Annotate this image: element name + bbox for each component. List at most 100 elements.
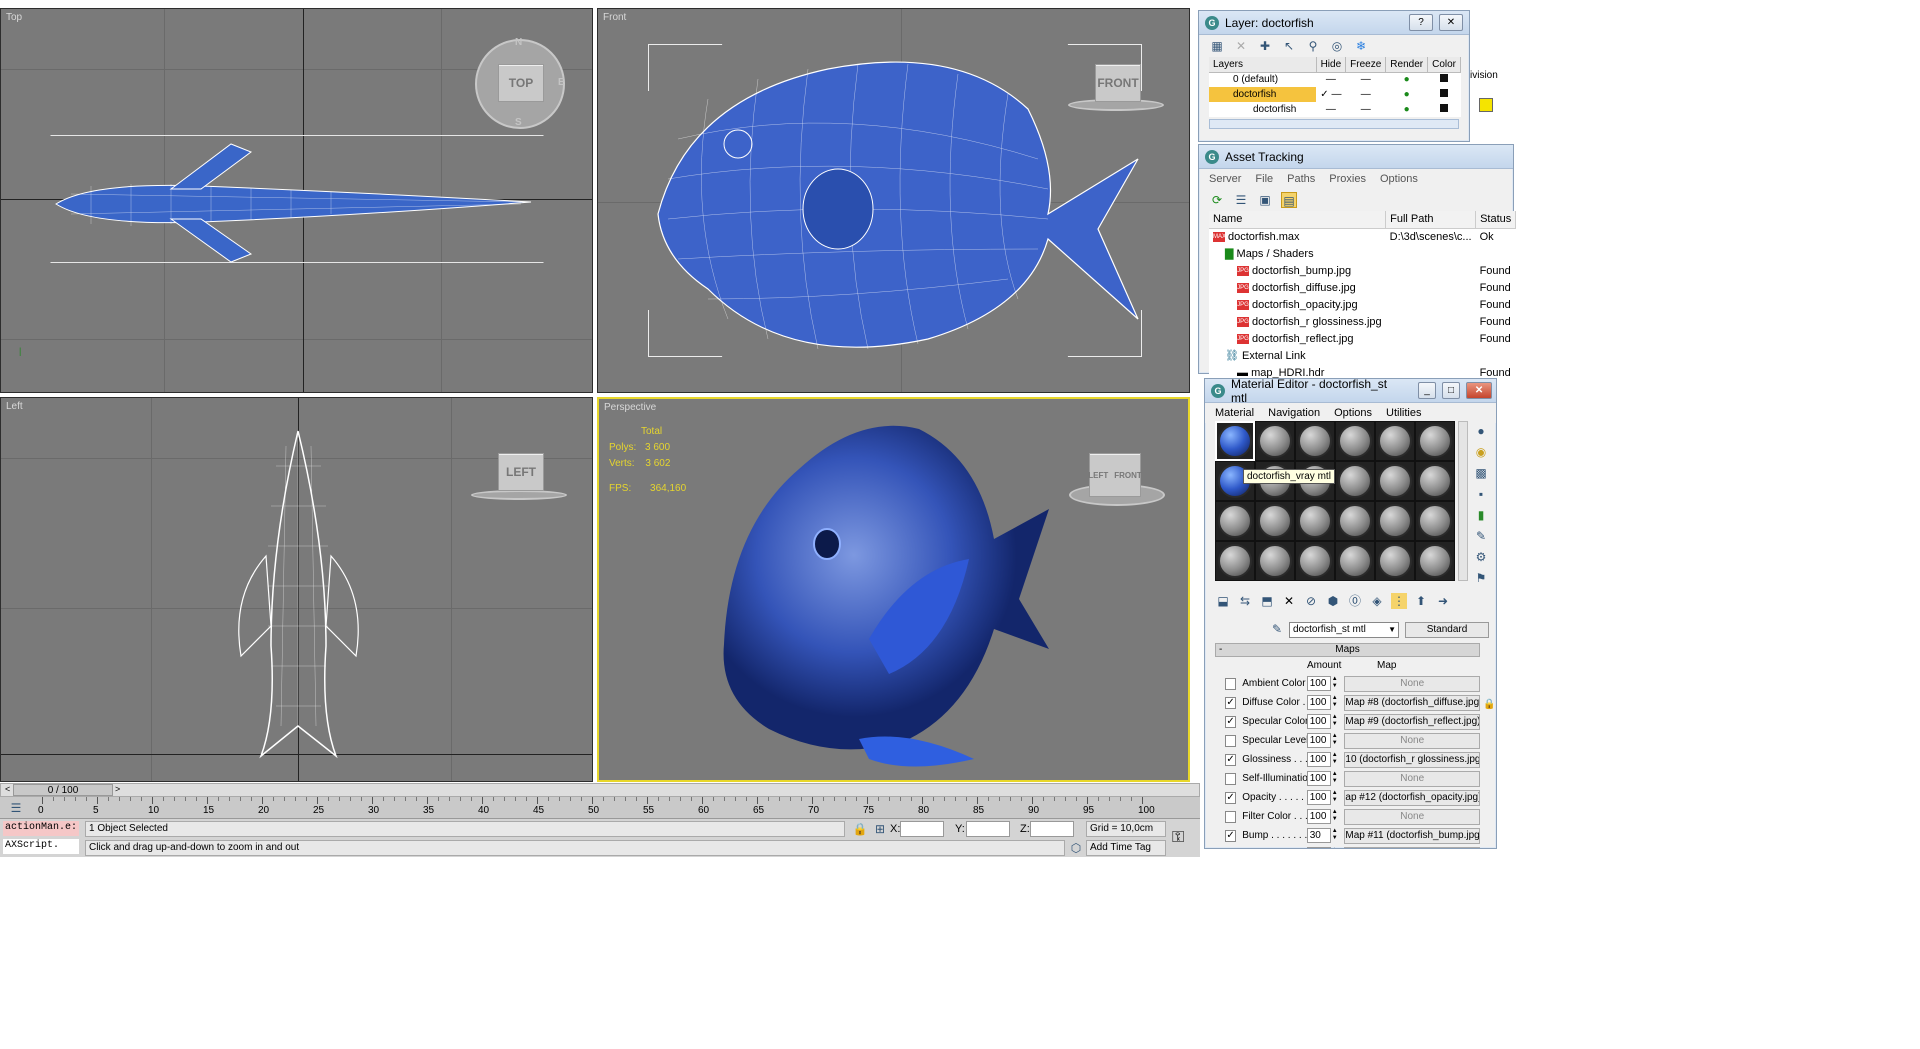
table-view-icon[interactable]: ▤ xyxy=(1281,192,1297,208)
asset-row[interactable]: JPG doctorfish_bump.jpg Found xyxy=(1209,262,1516,279)
map-enable-checkbox[interactable]: ✓ xyxy=(1225,715,1237,728)
map-slot-button[interactable]: Map #8 (doctorfish_diffuse.jpg) xyxy=(1344,694,1481,711)
fish-front-wireframe[interactable] xyxy=(648,39,1148,369)
map-amount-field[interactable]: 100 xyxy=(1306,771,1332,786)
sample-slot[interactable] xyxy=(1375,501,1415,541)
spinner-arrows-icon[interactable]: ▲▼ xyxy=(1331,676,1338,691)
map-enable-checkbox[interactable] xyxy=(1225,677,1237,690)
sample-slot[interactable] xyxy=(1375,541,1415,581)
material-type-button[interactable]: Standard xyxy=(1405,622,1489,638)
hide-all-icon[interactable]: ◎ xyxy=(1329,38,1345,54)
video-color-check-icon[interactable]: ▮ xyxy=(1473,507,1489,523)
map-slot-button[interactable]: None xyxy=(1344,675,1481,692)
put-to-library-icon[interactable]: ⬢ xyxy=(1325,593,1341,609)
viewport-perspective[interactable]: Perspective Total Polys: 3 600 Verts: 3 … xyxy=(597,397,1190,782)
map-enable-checkbox[interactable]: ✓ xyxy=(1225,696,1237,709)
map-enable-checkbox[interactable]: ✓ xyxy=(1225,753,1237,766)
layer-freeze[interactable]: — xyxy=(1346,102,1386,117)
map-slot-button[interactable]: Map #11 (doctorfish_bump.jpg) xyxy=(1344,827,1481,844)
map-amount-field[interactable]: 100 xyxy=(1306,790,1332,805)
viewport-label[interactable]: Left xyxy=(6,401,23,412)
map-amount-field[interactable]: 100 xyxy=(1306,676,1332,691)
viewport-label[interactable]: Perspective xyxy=(604,402,656,413)
put-to-scene-icon[interactable]: ⇆ xyxy=(1237,593,1253,609)
object-name[interactable]: doctorfish xyxy=(1213,104,1296,115)
close-button[interactable]: ✕ xyxy=(1439,14,1463,31)
col-layers[interactable]: Layers xyxy=(1209,57,1317,73)
sample-slot[interactable] xyxy=(1295,421,1335,461)
map-amount-field[interactable]: 100 xyxy=(1306,752,1332,767)
go-to-parent-icon[interactable]: ⬆ xyxy=(1413,593,1429,609)
layer-color-swatch[interactable] xyxy=(1440,89,1449,97)
sample-slot[interactable] xyxy=(1255,541,1295,581)
layer-row[interactable]: 0 (default) — — ● xyxy=(1209,72,1461,87)
sample-slot[interactable] xyxy=(1375,461,1415,501)
make-unique-icon[interactable]: ⊘ xyxy=(1303,593,1319,609)
new-layer-icon[interactable]: ▦ xyxy=(1209,38,1225,54)
chevron-down-icon[interactable]: ▼ xyxy=(1388,623,1396,637)
viewcube-left[interactable]: LEFT xyxy=(498,453,544,491)
map-amount-field[interactable]: 100 xyxy=(1306,733,1332,748)
sample-slot[interactable] xyxy=(1335,421,1375,461)
spinner-arrows-icon[interactable]: ▲▼ xyxy=(1331,714,1338,729)
time-slider-thumb[interactable]: 0 / 100 xyxy=(13,784,113,796)
asset-tracking-titlebar[interactable]: G Asset Tracking xyxy=(1199,145,1513,169)
sample-slot[interactable] xyxy=(1255,421,1295,461)
layer-row[interactable]: doctorfish ✓ — — ● xyxy=(1209,87,1461,102)
add-time-tag-button[interactable]: Add Time Tag xyxy=(1086,840,1166,856)
refresh-icon[interactable]: ⟳ xyxy=(1209,192,1225,208)
freeze-all-icon[interactable]: ❄ xyxy=(1353,38,1369,54)
layer-hide[interactable]: — xyxy=(1331,89,1341,100)
spinner-arrows-icon[interactable]: ▲▼ xyxy=(1331,695,1338,710)
render-teapot-icon[interactable]: ● xyxy=(1404,89,1410,100)
layer-hide[interactable]: — xyxy=(1316,102,1346,117)
delete-layer-icon[interactable]: ✕ xyxy=(1233,38,1249,54)
map-amount-field[interactable]: 100 xyxy=(1306,847,1332,848)
close-button[interactable]: ✕ xyxy=(1466,382,1492,399)
show-shaded-icon[interactable]: ◈ xyxy=(1369,593,1385,609)
lock-icon[interactable]: 🔒 xyxy=(1483,699,1495,710)
map-enable-checkbox[interactable]: ✓ xyxy=(1225,829,1237,842)
sample-slot[interactable] xyxy=(1215,421,1255,461)
map-slot-button[interactable]: Map #9 (doctorfish_reflect.jpg) xyxy=(1344,713,1481,730)
menu-proxies[interactable]: Proxies xyxy=(1329,173,1366,185)
select-objects-icon[interactable]: ↖ xyxy=(1281,38,1297,54)
maxscript-listener-1[interactable]: actionMan.e: xyxy=(3,821,79,836)
menu-file[interactable]: File xyxy=(1255,173,1273,185)
sample-slot[interactable] xyxy=(1255,501,1295,541)
menu-navigation[interactable]: Navigation xyxy=(1268,407,1320,419)
sample-slot[interactable] xyxy=(1215,501,1255,541)
list-view-icon[interactable]: ☰ xyxy=(1233,192,1249,208)
minimize-button[interactable]: _ xyxy=(1418,382,1437,399)
sample-slot[interactable] xyxy=(1415,541,1455,581)
track-bar[interactable]: ☰ 0 5 10 15 20 25 30 35 40 45 50 55 60 65 70 75 80 85 90 95… xyxy=(0,797,1200,819)
map-enable-checkbox[interactable]: ✓ xyxy=(1225,791,1237,804)
sample-type-icon[interactable]: ● xyxy=(1473,423,1489,439)
material-editor-titlebar[interactable]: G Material Editor - doctorfish_st mtl _ … xyxy=(1205,379,1496,405)
layer-freeze[interactable]: — xyxy=(1346,72,1386,87)
sample-slot[interactable] xyxy=(1215,541,1255,581)
backlight-icon[interactable]: ◉ xyxy=(1473,444,1489,460)
layer-color-swatch[interactable] xyxy=(1440,104,1449,112)
map-amount-field[interactable]: 100 xyxy=(1306,714,1332,729)
menu-utilities[interactable]: Utilities xyxy=(1386,407,1421,419)
next-frame-arrow[interactable]: > xyxy=(115,784,120,794)
layer-scrollbar[interactable] xyxy=(1209,119,1459,129)
menu-options[interactable]: Options xyxy=(1334,407,1372,419)
viewcube-top[interactable]: TOP xyxy=(498,64,544,102)
options-icon[interactable]: ⚙ xyxy=(1473,549,1489,565)
sample-slot[interactable] xyxy=(1335,501,1375,541)
make-preview-icon[interactable]: ✎ xyxy=(1473,528,1489,544)
sample-slot[interactable] xyxy=(1335,541,1375,581)
map-enable-checkbox[interactable] xyxy=(1225,772,1237,785)
transform-mode-icon[interactable]: ⊞ xyxy=(872,821,888,837)
prev-frame-arrow[interactable]: < xyxy=(5,784,10,794)
fish-left-wireframe[interactable] xyxy=(226,426,371,761)
uv-tiling-icon[interactable]: ▪ xyxy=(1473,486,1489,502)
layer-row[interactable]: doctorfish — — ● xyxy=(1209,102,1461,117)
collapse-icon[interactable]: - xyxy=(1219,644,1222,656)
map-slot-button[interactable]: None xyxy=(1344,732,1481,749)
asset-row[interactable]: JPG doctorfish_opacity.jpg Found xyxy=(1209,296,1516,313)
asset-row[interactable]: MAX doctorfish.max D:\3d\scenes\c... Ok xyxy=(1209,228,1516,245)
spinner-arrows-icon[interactable]: ▲▼ xyxy=(1331,733,1338,748)
